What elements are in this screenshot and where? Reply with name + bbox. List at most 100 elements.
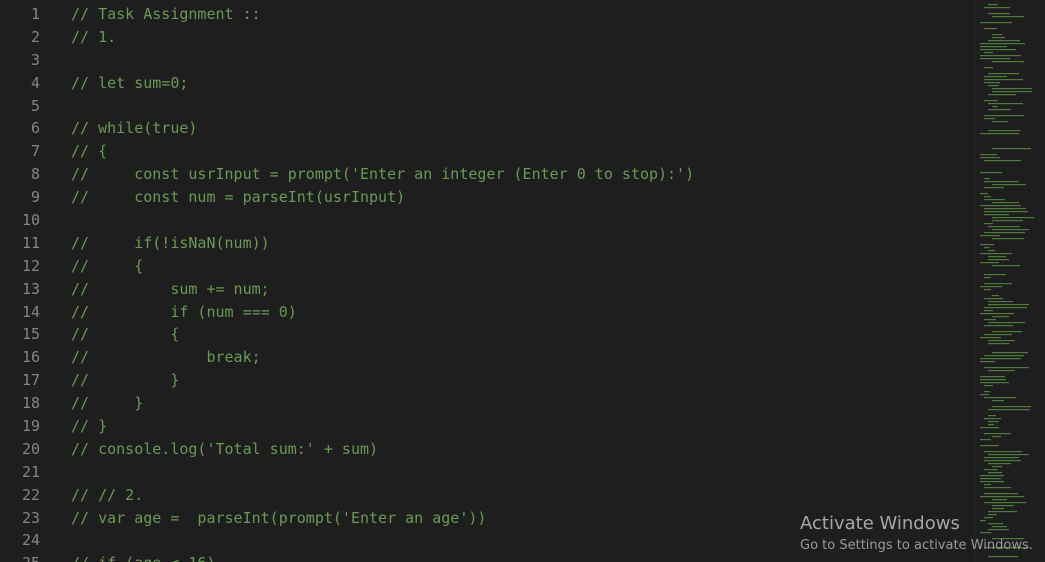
line-number: 3 (30, 50, 40, 69)
line-number-gutter: 1 2 3 4 5 6 7 8 9 10 11 12 13 14 15 16 1… (0, 3, 48, 562)
minimap-line (984, 310, 993, 312)
code-line[interactable]: // break; (71, 346, 975, 369)
minimap-line (984, 82, 1000, 84)
minimap-line (992, 400, 1004, 402)
minimap-line (984, 385, 993, 387)
minimap-line (992, 61, 1024, 63)
minimap-line (992, 295, 999, 297)
minimap-line (988, 424, 994, 426)
code-line[interactable]: // } (71, 415, 975, 438)
minimap-line (984, 115, 1024, 117)
minimap-line (992, 184, 1026, 186)
minimap-line (988, 226, 1020, 228)
minimap-line (984, 289, 991, 291)
minimap-line (984, 391, 990, 393)
minimap-line (992, 499, 1007, 501)
code-line[interactable] (71, 95, 975, 118)
code-line[interactable]: // if (age < 16) (71, 552, 975, 562)
minimap-line (984, 493, 1018, 495)
line-number: 21 (21, 462, 40, 481)
code-line[interactable]: // if(!isNaN(num)) (71, 232, 975, 255)
line-number: 2 (30, 27, 40, 46)
minimap-line (988, 259, 1009, 261)
code-line[interactable]: // const usrInput = prompt('Enter an int… (71, 163, 975, 186)
line-number: 17 (21, 371, 40, 390)
minimap-line (992, 526, 1007, 528)
minimap-line (988, 415, 996, 417)
minimap-line (992, 331, 1022, 333)
minimap-line (980, 244, 994, 246)
minimap-line (984, 397, 1016, 399)
minimap-line (988, 103, 1023, 105)
minimap-line (992, 217, 1034, 219)
code-line[interactable]: // // 2. (71, 484, 975, 507)
minimap-line (980, 46, 1007, 48)
line-number: 13 (21, 279, 40, 298)
minimap-line (980, 193, 988, 195)
minimap-line (984, 517, 993, 519)
code-line[interactable] (71, 461, 975, 484)
code-line[interactable]: // } (71, 392, 975, 415)
minimap-line (992, 265, 1020, 267)
minimap-line (980, 361, 995, 363)
code-line[interactable] (71, 49, 975, 72)
line-number: 16 (21, 348, 40, 367)
code-line[interactable] (71, 209, 975, 232)
minimap-line (984, 76, 1007, 78)
code-line[interactable]: // { (71, 323, 975, 346)
minimap-line (988, 529, 1009, 531)
minimap-line (980, 475, 1004, 477)
minimap-line (988, 250, 995, 252)
code-line[interactable]: // Task Assignment :: (71, 3, 975, 26)
code-line[interactable]: // let sum=0; (71, 72, 975, 95)
minimap[interactable] (975, 0, 1045, 562)
minimap-line (988, 94, 1016, 96)
minimap-line (988, 4, 998, 6)
minimap-line (992, 466, 1002, 468)
code-line[interactable] (71, 529, 975, 552)
minimap-line (980, 445, 999, 447)
minimap-line (984, 67, 993, 69)
minimap-line (992, 505, 1014, 507)
minimap-line (992, 316, 1009, 318)
line-number: 8 (30, 165, 40, 184)
code-line[interactable]: // while(true) (71, 117, 975, 140)
code-text-area[interactable]: // Task Assignment :: // 1. // let sum=0… (71, 3, 975, 562)
minimap-line (992, 148, 1031, 150)
code-line[interactable]: // sum += num; (71, 278, 975, 301)
minimap-line (992, 436, 1001, 438)
minimap-line (984, 7, 1010, 9)
code-line[interactable]: // { (71, 255, 975, 278)
minimap-line (984, 28, 997, 30)
minimap-line (992, 16, 1024, 18)
minimap-line (988, 421, 999, 423)
code-line[interactable]: // var age = parseInt(prompt('Enter an a… (71, 507, 975, 530)
code-line[interactable]: // { (71, 140, 975, 163)
minimap-line (984, 433, 1011, 435)
code-editor[interactable]: 1 2 3 4 5 6 7 8 9 10 11 12 13 14 15 16 1… (0, 0, 1045, 562)
minimap-line (992, 202, 1019, 204)
code-line[interactable]: // console.log('Total sum:' + sum) (71, 438, 975, 461)
code-line[interactable]: // if (num === 0) (71, 301, 975, 324)
minimap-line (992, 91, 1032, 93)
minimap-line (988, 85, 999, 87)
minimap-line (980, 520, 986, 522)
minimap-line (992, 229, 1029, 231)
minimap-line (980, 154, 997, 156)
minimap-line (984, 79, 1023, 81)
line-number: 25 (0, 552, 48, 562)
minimap-line (988, 40, 1020, 42)
code-line[interactable]: // } (71, 369, 975, 392)
minimap-line (980, 58, 1010, 60)
minimap-line (984, 307, 1027, 309)
minimap-line (984, 274, 1006, 276)
line-number: 6 (30, 119, 40, 138)
minimap-line (988, 556, 1018, 558)
minimap-line (980, 55, 1021, 57)
minimap-line (984, 469, 998, 471)
minimap-line (992, 121, 1008, 123)
code-line[interactable]: // const num = parseInt(usrInput) (71, 186, 975, 209)
code-line[interactable]: // 1. (71, 26, 975, 49)
minimap-line (988, 370, 1015, 372)
minimap-line (984, 451, 1022, 453)
